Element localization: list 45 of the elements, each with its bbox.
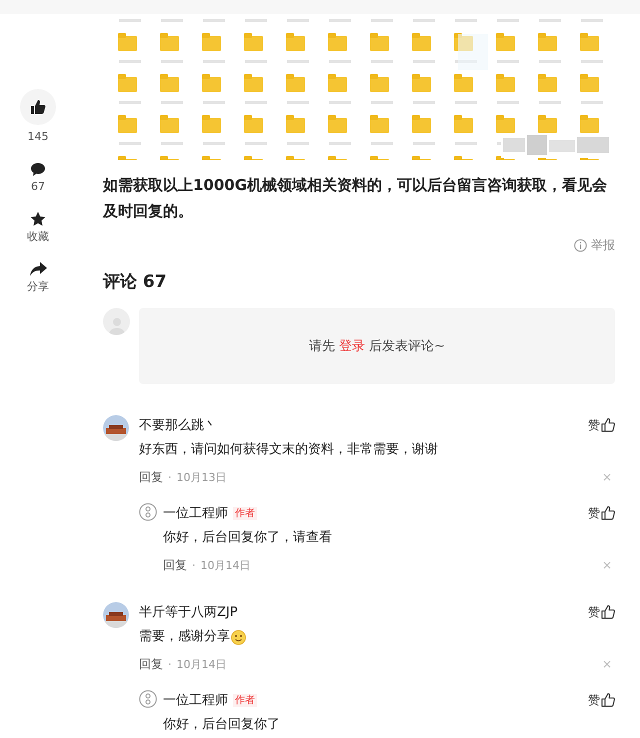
thumbs-up-icon [30,99,46,115]
like-button[interactable]: 赞 [588,692,615,708]
comment-text: 你好，后台回复你了 [163,716,280,734]
thumbs-up-icon [601,605,615,619]
thumbs-up-icon [601,506,615,520]
login-link[interactable]: 登录 [339,339,366,354]
comment-text: 需要，感谢分享 [139,628,230,646]
reply-button[interactable]: 回复 [163,556,187,574]
username[interactable]: 一位工程师 [163,691,228,709]
comment-date: 10月14日 [200,558,250,572]
report-link[interactable]: 举报 [574,237,615,254]
comment-text: 好东西，请问如何获得文末的资料，非常需要，谢谢 [139,441,438,459]
like-button[interactable]: 赞 [588,416,615,434]
username[interactable]: 不要那么跳丶 [139,416,217,434]
star-button[interactable]: 收藏 [27,209,49,245]
separator-dot: · [192,558,196,572]
avatar-placeholder-icon [103,308,130,335]
username[interactable]: 半斤等于八两ZJP [139,603,238,621]
star-icon [30,211,46,227]
comment-text: 你好，后台回复你了，请查看 [163,529,332,547]
username[interactable]: 一位工程师 [163,504,228,522]
avatar [103,602,129,628]
login-prompt: 请先 登录 后发表评论~ [139,308,615,384]
author-badge: 作者 [233,694,257,706]
like-button[interactable]: 赞 [588,604,615,620]
separator-dot: · [168,470,172,484]
comment-button[interactable]: 67 [30,159,46,195]
like-button[interactable]: 赞 [588,504,615,522]
paragraph: 如需获取以上1000G机械领域相关资料的，可以后台留言咨询获取，看见会及时回复的。 [103,175,608,222]
speech-bubble-icon [30,162,46,176]
comments-heading: 评论 67 [103,271,168,294]
share-arrow-icon [30,262,46,276]
info-icon [574,239,587,252]
avatar-icon [139,690,157,708]
author-badge: 作者 [233,506,257,520]
comment-date: 10月13日 [176,470,226,484]
thumbs-up-icon [601,418,615,432]
share-button[interactable]: 分享 [27,259,49,295]
separator-dot: · [168,658,172,670]
thumbs-up-icon [601,693,615,707]
comment-date: 10月14日 [176,656,226,672]
avatar-icon [139,503,157,521]
reply-button[interactable]: 回复 [139,656,163,672]
avatar [103,415,129,441]
reply-button[interactable]: 回复 [139,468,163,486]
